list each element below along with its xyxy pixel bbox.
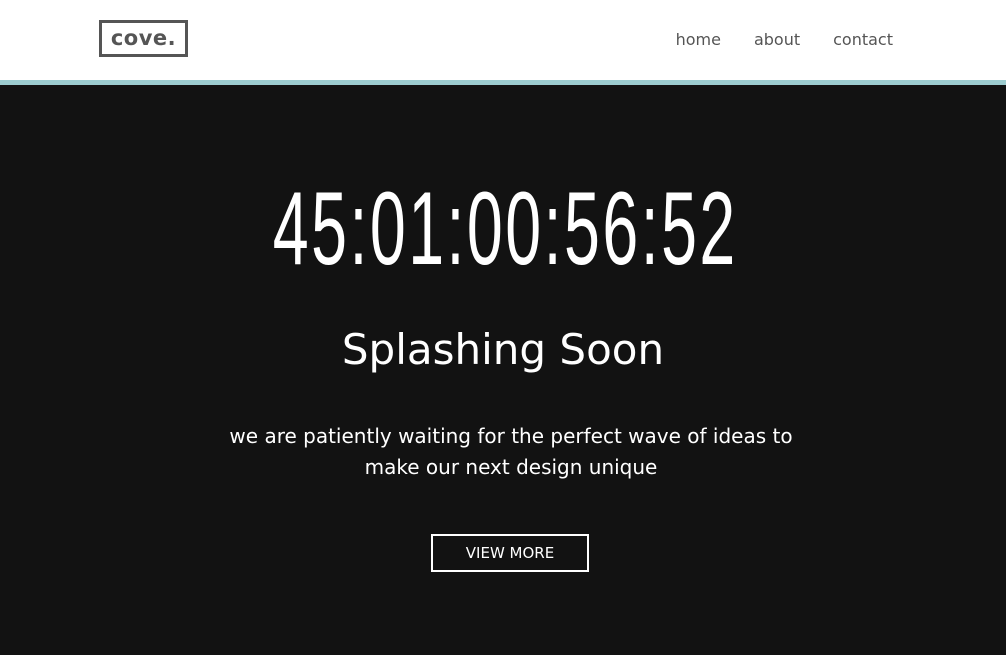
hero-title: Splashing Soon: [341, 325, 665, 374]
hero-section: 45:01:00:56:52 Splashing Soon we are pat…: [0, 85, 1006, 655]
logo[interactable]: cove.: [99, 20, 188, 57]
hero-tagline: we are patiently waiting for the perfect…: [229, 424, 793, 479]
nav-link-contact[interactable]: contact: [833, 29, 893, 51]
site-header: cove. home about contact: [0, 0, 1006, 85]
main-nav: home about contact: [676, 29, 893, 51]
countdown-timer: 45:01:00:56:52: [272, 171, 738, 287]
view-more-button[interactable]: VIEW MORE: [431, 534, 589, 572]
nav-link-about[interactable]: about: [754, 29, 800, 51]
nav-link-home[interactable]: home: [676, 29, 721, 51]
